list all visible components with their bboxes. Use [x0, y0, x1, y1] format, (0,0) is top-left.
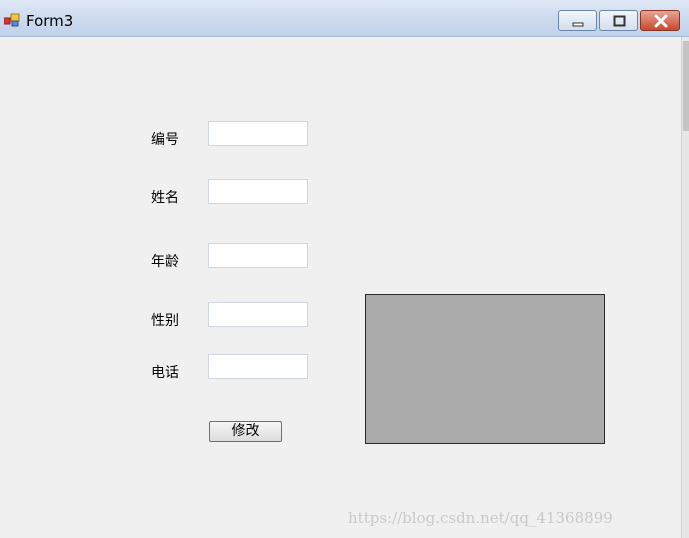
phone-label: 电话: [151, 365, 179, 381]
picture-box: [365, 294, 605, 444]
maximize-button[interactable]: [599, 10, 638, 31]
maximize-icon: [613, 15, 626, 27]
gender-input[interactable]: [208, 302, 308, 327]
close-icon: [654, 14, 668, 28]
watermark-text: https://blog.csdn.net/qq_41368899: [348, 509, 613, 527]
age-input[interactable]: [208, 243, 308, 268]
name-input[interactable]: [208, 179, 308, 204]
minimize-button[interactable]: [558, 10, 597, 31]
form3-window: Form3 编号 姓名 年龄 性别 电话 修改 https://blog.csd…: [0, 0, 689, 538]
modify-button[interactable]: 修改: [209, 421, 282, 442]
window-title: Form3: [26, 12, 74, 30]
id-input[interactable]: [208, 121, 308, 146]
phone-input[interactable]: [208, 354, 308, 379]
age-label: 年龄: [151, 254, 179, 270]
name-label: 姓名: [151, 190, 179, 206]
vertical-scrollbar[interactable]: [681, 37, 689, 538]
minimize-icon: [572, 22, 584, 27]
gender-label: 性别: [151, 313, 179, 329]
app-icon: [4, 13, 20, 27]
close-button[interactable]: [640, 10, 680, 31]
title-bar[interactable]: Form3: [0, 0, 689, 37]
scrollbar-thumb[interactable]: [683, 41, 689, 131]
id-label: 编号: [151, 132, 179, 148]
